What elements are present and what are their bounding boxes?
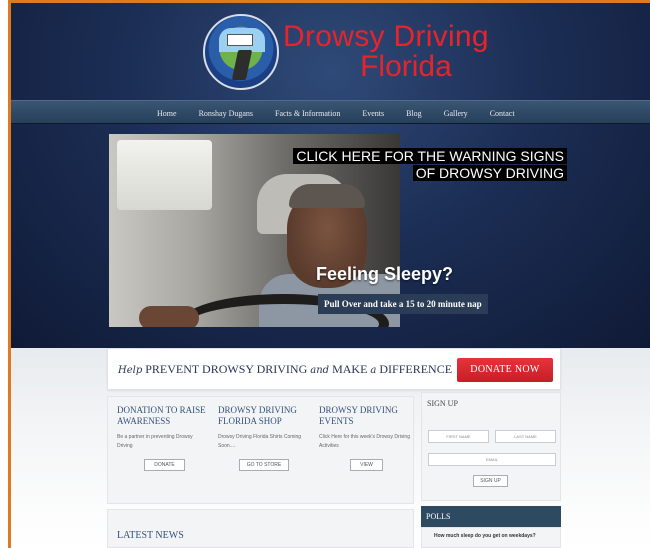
nav-item-contact[interactable]: Contact: [490, 109, 515, 118]
signup-panel: SIGN UP FIRST NAME LAST NAME EMAIL SIGN …: [421, 392, 561, 501]
go-to-store-button[interactable]: GO TO STORE: [239, 459, 289, 471]
last-name-field[interactable]: LAST NAME: [495, 430, 556, 443]
window-edge-left: [8, 0, 11, 548]
brand-line-1: Drowsy Driving: [283, 20, 489, 53]
poll-question: How much sleep do you get on weekdays?: [434, 533, 536, 539]
brand-name: Drowsy Driving Florida: [283, 22, 489, 82]
banner-headline: Feeling Sleepy?: [316, 264, 454, 284]
column-title[interactable]: DROWSY DRIVING EVENTS: [319, 405, 411, 427]
warning-signs-link[interactable]: CLICK HERE FOR THE WARNING SIGNS OF DROW…: [291, 148, 567, 182]
banner-subtext: Pull Over and take a 15 to 20 minute nap: [318, 294, 488, 314]
latest-news-section: LATEST NEWS: [107, 509, 414, 548]
nav-item-ronshay-dugans[interactable]: Ronshay Dugans: [199, 109, 253, 118]
column-text: Drowsy Driving Florida Shirts Coming Soo…: [218, 434, 302, 449]
page: Drowsy Driving Florida Home Ronshay Duga…: [0, 0, 650, 548]
brand-line-2: Florida: [360, 50, 452, 83]
polls-header: POLLS: [421, 506, 561, 527]
nav-item-events[interactable]: Events: [362, 109, 384, 118]
nav-item-gallery[interactable]: Gallery: [444, 109, 468, 118]
drowsy-driving-seal-icon: [203, 14, 279, 90]
window-edge-top: [8, 0, 650, 3]
donate-bar: Help PREVENT DROWSY DRIVING and MAKE a D…: [107, 348, 561, 390]
view-button[interactable]: VIEW: [350, 459, 383, 471]
main-nav: Home Ronshay Dugans Facts & Information …: [11, 100, 650, 124]
first-name-field[interactable]: FIRST NAME: [428, 430, 489, 443]
warning-line-1: CLICK HERE FOR THE WARNING SIGNS: [293, 148, 567, 164]
column-title[interactable]: DROWSY DRIVING FLORIDA SHOP: [218, 405, 310, 427]
tagline: Help PREVENT DROWSY DRIVING and MAKE a D…: [118, 362, 453, 376]
nav-item-facts-information[interactable]: Facts & Information: [275, 109, 340, 118]
sign-up-button[interactable]: SIGN UP: [473, 475, 508, 487]
column-shop: DROWSY DRIVING FLORIDA SHOP Drowsy Drivi…: [218, 405, 310, 471]
column-donation: DONATION TO RAISE AWARENESS Be a partner…: [117, 405, 209, 471]
email-field[interactable]: EMAIL: [428, 453, 556, 466]
latest-news-title: LATEST NEWS: [117, 530, 184, 541]
column-events: DROWSY DRIVING EVENTS Click Here for thi…: [319, 405, 411, 471]
nav-item-blog[interactable]: Blog: [406, 109, 422, 118]
signup-title: SIGN UP: [427, 399, 458, 408]
warning-line-2: OF DROWSY DRIVING: [412, 165, 567, 181]
nav-item-home[interactable]: Home: [157, 109, 177, 118]
column-text: Click Here for this week's Drowsy Drivin…: [319, 434, 410, 449]
column-text: Be a partner in preventing Drowsy Drivin…: [117, 434, 193, 449]
site-logo[interactable]: Drowsy Driving Florida: [203, 14, 489, 90]
polls-panel: How much sleep do you get on weekdays?: [421, 527, 561, 548]
donate-now-button[interactable]: DONATE NOW: [457, 358, 553, 382]
feature-columns: DONATION TO RAISE AWARENESS Be a partner…: [107, 396, 414, 504]
donate-button[interactable]: DONATE: [144, 459, 185, 471]
column-title[interactable]: DONATION TO RAISE AWARENESS: [117, 405, 209, 427]
